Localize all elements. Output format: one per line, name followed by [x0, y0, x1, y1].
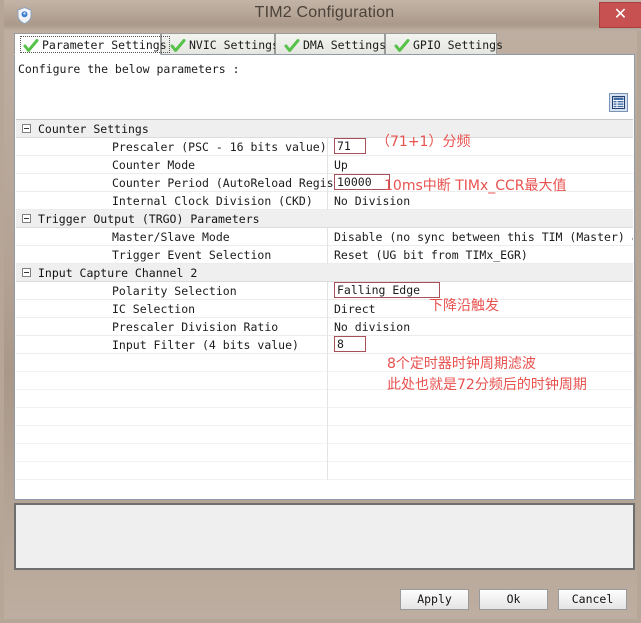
prescaler-division-value[interactable]: No division	[334, 320, 410, 334]
tab-nvic-settings[interactable]: NVIC Settings	[161, 33, 279, 55]
window-title: TIM2 Configuration	[254, 4, 395, 21]
pane-description: Configure the below parameters :	[18, 62, 240, 76]
ok-button[interactable]: Ok	[479, 589, 548, 610]
table-row[interactable]: Trigger Event Selection Reset (UG bit fr…	[16, 246, 633, 264]
param-label: Trigger Event Selection	[112, 248, 272, 262]
clock-division-value[interactable]: No Division	[334, 194, 410, 208]
param-label: Prescaler Division Ratio	[112, 320, 279, 334]
column-divider	[327, 444, 328, 462]
column-divider	[327, 300, 328, 318]
table-row[interactable]: Internal Clock Division (CKD) No Divisio…	[16, 192, 633, 210]
table-row[interactable]: Master/Slave Mode Disable (no sync betwe…	[16, 228, 633, 246]
table-empty-row	[16, 426, 633, 444]
tab-gpio-settings[interactable]: GPIO Settings	[385, 33, 503, 55]
close-button[interactable]: ✕	[599, 2, 641, 28]
table-row[interactable]: Polarity Selection Falling Edge	[16, 282, 633, 300]
table-group-header[interactable]: Counter Settings	[16, 120, 633, 138]
column-divider	[327, 354, 328, 372]
table-row[interactable]: Input Filter (4 bits value) 8	[16, 336, 633, 354]
table-row[interactable]: Prescaler Division Ratio No division	[16, 318, 633, 336]
counter-mode-value[interactable]: Up	[334, 158, 348, 172]
polarity-selection-input[interactable]: Falling Edge	[334, 282, 440, 298]
counter-period-input[interactable]: 10000	[334, 174, 390, 190]
column-divider	[327, 462, 328, 480]
column-divider	[327, 192, 328, 210]
column-divider	[327, 426, 328, 444]
tab-label: NVIC Settings	[189, 37, 280, 52]
close-icon: ✕	[613, 6, 628, 23]
green-check-icon	[170, 38, 186, 52]
master-slave-mode-value[interactable]: Disable (no sync between this TIM (Maste…	[334, 230, 633, 244]
table-empty-row	[16, 372, 633, 390]
parameter-settings-pane: Configure the below parameters : Counter…	[14, 54, 635, 500]
ic-selection-value[interactable]: Direct	[334, 302, 376, 316]
table-row[interactable]: Counter Period (AutoReload Regis… 10000	[16, 174, 633, 192]
table-empty-row	[16, 390, 633, 408]
column-divider	[327, 156, 328, 174]
cancel-button[interactable]: Cancel	[558, 589, 627, 610]
dialog-button-bar: Apply Ok Cancel	[4, 578, 641, 619]
group-label: Counter Settings	[38, 122, 149, 136]
table-empty-row	[16, 408, 633, 426]
tim2-configuration-window: TIM2 Configuration ✕ Parameter Settings …	[0, 0, 641, 623]
green-check-icon	[284, 38, 300, 52]
tab-label: GPIO Settings	[413, 37, 504, 52]
param-label: Polarity Selection	[112, 284, 237, 298]
tab-label: Parameter Settings	[42, 37, 167, 52]
param-label: Prescaler (PSC - 16 bits value)	[112, 140, 327, 154]
param-label: Counter Period (AutoReload Regis…	[112, 176, 341, 190]
column-divider	[327, 408, 328, 426]
tab-parameter-settings[interactable]: Parameter Settings	[14, 33, 170, 55]
group-label: Trigger Output (TRGO) Parameters	[38, 212, 260, 226]
collapse-icon[interactable]	[22, 268, 31, 277]
param-label: Master/Slave Mode	[112, 230, 230, 244]
column-divider	[327, 228, 328, 246]
param-label: Input Filter (4 bits value)	[112, 338, 299, 352]
trigger-event-value[interactable]: Reset (UG bit from TIMx_EGR)	[334, 248, 528, 262]
table-empty-row	[16, 354, 633, 372]
table-row[interactable]: Counter Mode Up	[16, 156, 633, 174]
collapse-icon[interactable]	[22, 214, 31, 223]
param-label: Internal Clock Division (CKD)	[112, 194, 313, 208]
column-divider	[327, 138, 328, 156]
lower-info-panel	[14, 503, 635, 570]
param-label: Counter Mode	[112, 158, 196, 172]
table-row[interactable]: IC Selection Direct	[16, 300, 633, 318]
collapse-icon[interactable]	[22, 124, 31, 133]
table-row[interactable]: Prescaler (PSC - 16 bits value) 71	[16, 138, 633, 156]
table-group-header[interactable]: Trigger Output (TRGO) Parameters	[16, 210, 633, 228]
tab-strip: Parameter Settings NVIC Settings DMA Set…	[14, 33, 635, 55]
column-divider	[327, 246, 328, 264]
column-divider	[327, 318, 328, 336]
table-empty-row	[16, 444, 633, 462]
column-divider	[327, 282, 328, 300]
input-filter-input[interactable]: 8	[334, 336, 366, 352]
group-label: Input Capture Channel 2	[38, 266, 198, 280]
column-divider	[327, 390, 328, 408]
table-view-icon[interactable]	[609, 93, 628, 112]
green-check-icon	[394, 38, 410, 52]
tab-label: DMA Settings	[303, 37, 387, 52]
table-group-header[interactable]: Input Capture Channel 2	[16, 264, 633, 282]
table-empty-row	[16, 462, 633, 480]
column-divider	[327, 336, 328, 354]
apply-button[interactable]: Apply	[400, 589, 469, 610]
column-divider	[327, 372, 328, 390]
green-check-icon	[23, 38, 39, 52]
tab-dma-settings[interactable]: DMA Settings	[275, 33, 387, 55]
prescaler-input[interactable]: 71	[334, 138, 366, 154]
param-label: IC Selection	[112, 302, 196, 316]
parameter-table: Counter Settings Prescaler (PSC - 16 bit…	[16, 119, 633, 498]
title-bar: TIM2 Configuration ✕	[4, 0, 641, 31]
